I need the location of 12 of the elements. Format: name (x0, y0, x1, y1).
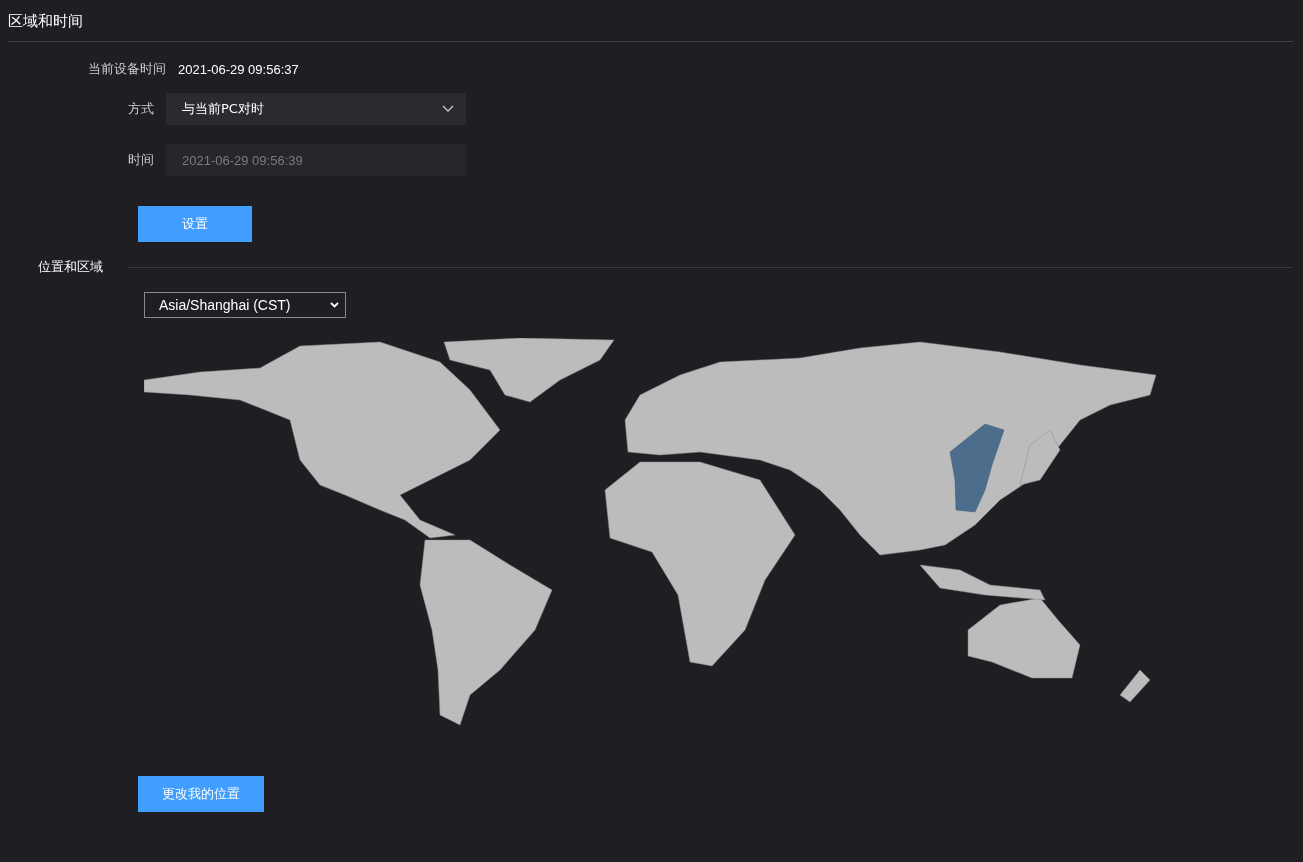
section-title: 位置和区域 (37, 258, 104, 276)
page-title: 区域和时间 (8, 0, 1293, 42)
chevron-down-icon (330, 302, 339, 308)
chevron-down-icon (442, 105, 454, 113)
field-label: 当前设备时间 (87, 60, 167, 78)
mode-dropdown[interactable]: 与当前PC对时 (166, 93, 466, 125)
device-time-value: 2021-06-29 09:56:37 (178, 61, 299, 77)
timezone-dropdown[interactable]: Asia/Shanghai (CST) (144, 292, 346, 318)
change-location-button[interactable]: 更改我的位置 (138, 776, 264, 812)
field-label: 时间 (127, 151, 155, 169)
set-button[interactable]: 设置 (138, 206, 252, 242)
field-label: 方式 (127, 100, 155, 118)
